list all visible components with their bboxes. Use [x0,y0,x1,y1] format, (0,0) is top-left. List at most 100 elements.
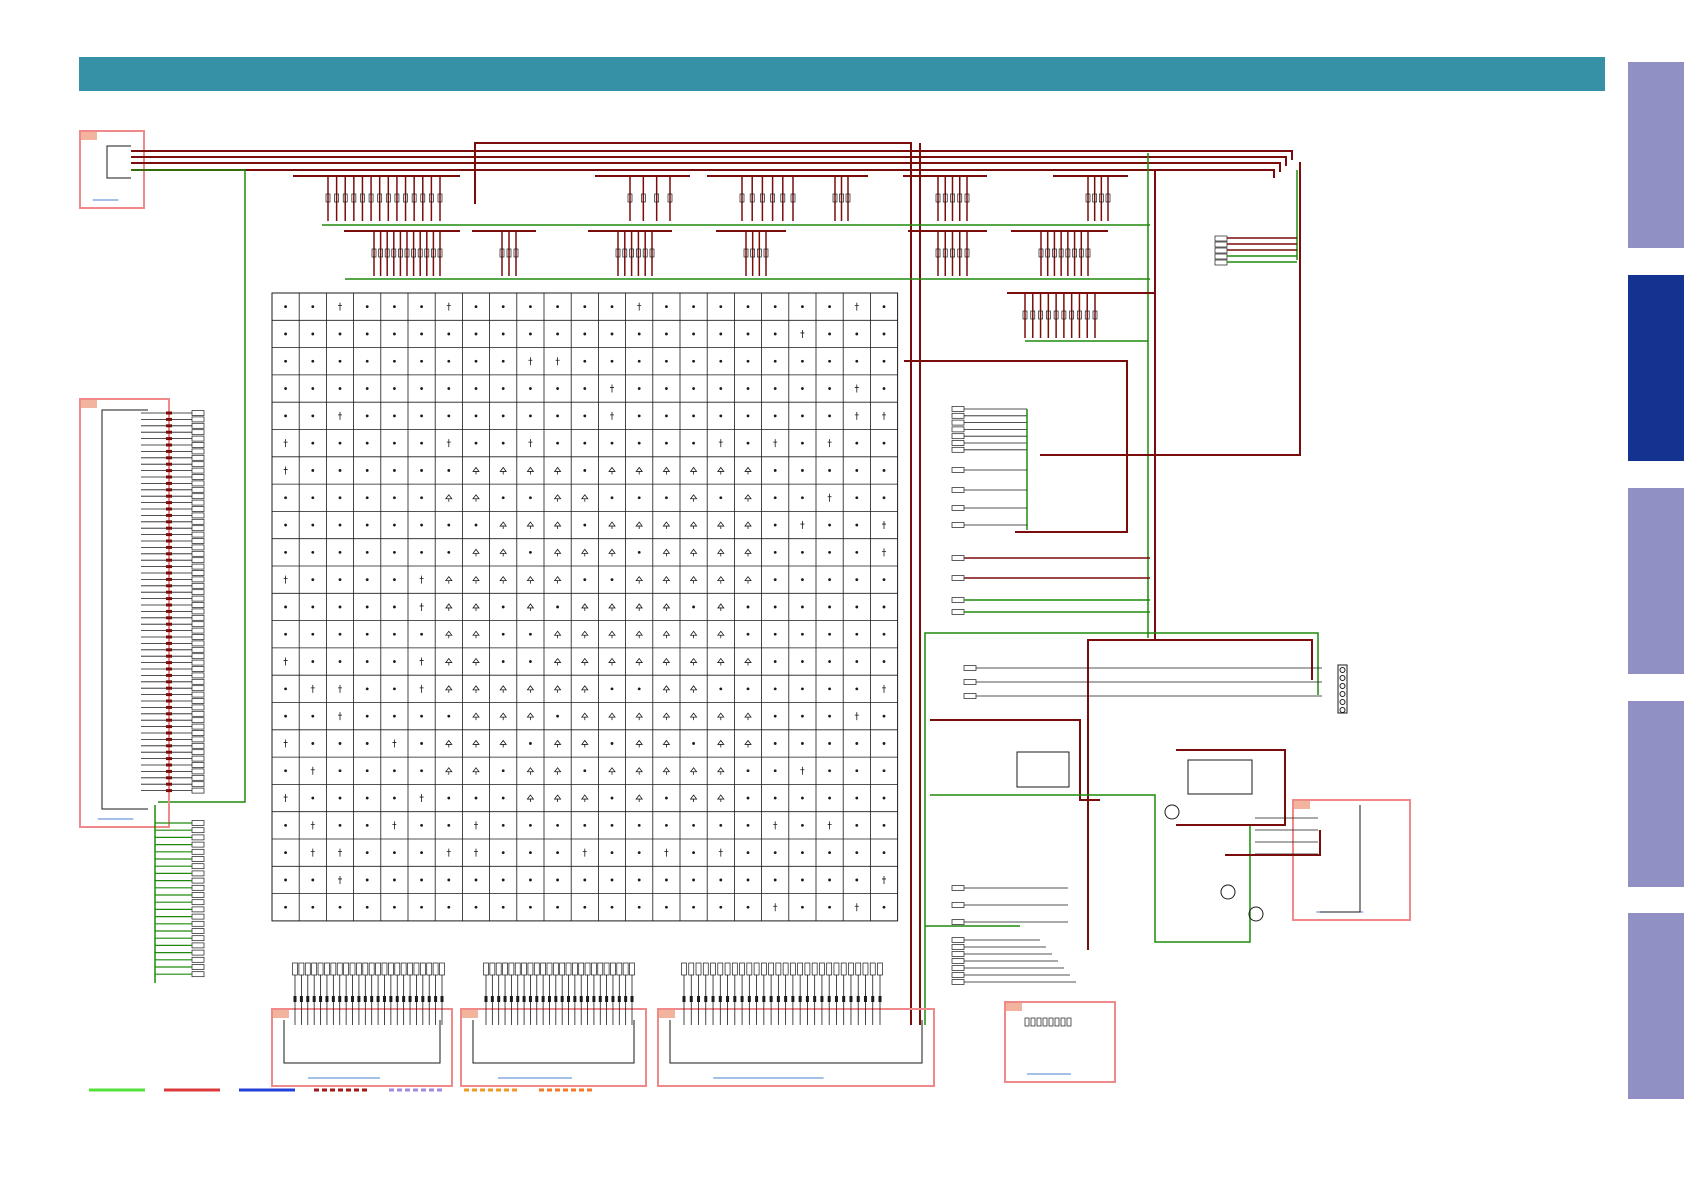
matrix-node-dot [773,687,777,691]
matrix-node-dot [773,359,777,363]
led-diode-icon [662,630,671,639]
led-diode-icon [882,875,886,884]
matrix-node-dot [311,332,315,336]
pin-connector [191,949,205,956]
matrix-node-dot [882,305,886,309]
matrix-node-dot [665,332,668,336]
matrix-node-dot [338,769,342,773]
matrix-node-dot [420,387,423,390]
matrix-node-dot [583,332,587,336]
resistor-icon [605,996,609,1002]
led-diode-icon [662,521,671,530]
matrix-node-dot [393,578,396,582]
matrix-node-dot [882,441,886,445]
pin-connector [951,609,965,615]
pin-connector [191,442,205,448]
resistor-icon [166,590,172,594]
matrix-node-dot [583,469,587,472]
matrix-node-dot [447,332,451,336]
side-tab-1[interactable] [1628,62,1684,248]
matrix-node-dot [610,851,614,855]
connector-left-body [101,409,148,810]
matrix-node-dot [311,359,315,363]
matrix-node-dot [610,905,614,909]
side-tab-5[interactable] [1628,913,1684,1099]
pin-connector [963,693,977,699]
matrix-node-dot [882,332,886,336]
matrix-node-dot [474,359,478,363]
pin-connector [343,962,349,976]
led-diode-icon [446,439,451,448]
header-bar [79,57,1605,91]
matrix-node-dot [773,714,777,718]
led-diode-icon [882,548,886,557]
resistor-icon [166,437,172,441]
matrix-node-dot [529,550,532,554]
matrix-node-dot [773,851,777,855]
led-diode-icon [553,739,562,748]
led-diode-icon [472,548,480,557]
resistor-icon [325,996,329,1002]
led-diode-icon [419,575,424,584]
led-diode-icon [717,575,725,584]
resistor-icon [166,558,172,562]
pin-connector [191,834,205,841]
led-diode-icon [581,603,589,611]
pin-connector [951,412,965,419]
side-tab-2[interactable] [1628,275,1684,461]
pin-connector [191,820,205,826]
resistor-icon [726,996,730,1002]
resistor-icon [166,609,172,613]
pin-connector [191,742,205,749]
led-diode-icon [662,712,671,721]
matrix-node-dot [610,823,614,827]
resistor-icon [166,725,172,729]
matrix-node-dot [556,823,559,827]
resistor-icon [166,616,172,620]
led-diode-icon [662,657,671,666]
resistor-icon [363,996,367,1002]
matrix-node-dot [746,823,750,827]
matrix-node-dot [311,796,315,800]
matrix-node-dot [610,359,614,363]
led-diode-icon [445,630,453,639]
resistor-icon [389,996,393,1002]
side-tab-3[interactable] [1628,488,1684,674]
resistor-icon [503,996,507,1002]
led-diode-icon [689,767,698,775]
resistor-icon [484,996,488,1002]
matrix-node-dot [828,523,831,527]
matrix-node-dot [556,332,559,336]
led-diode-icon [581,630,589,639]
side-tab-4[interactable] [1628,701,1684,887]
pin-connector [963,665,977,671]
pin-connector [688,962,695,976]
led-diode-icon [526,466,535,475]
matrix-node-dot [284,714,287,718]
led-diode-icon [445,685,453,693]
led-diode-icon [553,657,562,666]
pin-connector [1060,1017,1066,1027]
transistor-icon [1164,804,1180,820]
matrix-node-dot [447,823,451,827]
resistor-icon [166,507,172,511]
matrix-node-dot [882,742,886,745]
led-diode-icon [744,575,752,584]
bottom-connector-group [271,962,935,1087]
pin-connector [753,962,760,976]
resistor-icon [166,757,172,761]
pin-connector [413,962,420,976]
resistor-icon [427,996,431,1002]
led-diode-icon [472,657,480,666]
right-circuit-group [925,406,1411,1083]
resistor-icon [166,763,172,767]
matrix-node-dot [311,523,315,527]
led-diode-icon [773,903,778,912]
resistor-icon [166,462,172,466]
matrix-node-dot [719,687,723,691]
matrix-node-dot [719,305,723,309]
led-diode-icon [499,466,507,475]
led-diode-icon [718,848,723,857]
led-diode-icon [635,630,643,639]
pin-connector [191,787,205,794]
